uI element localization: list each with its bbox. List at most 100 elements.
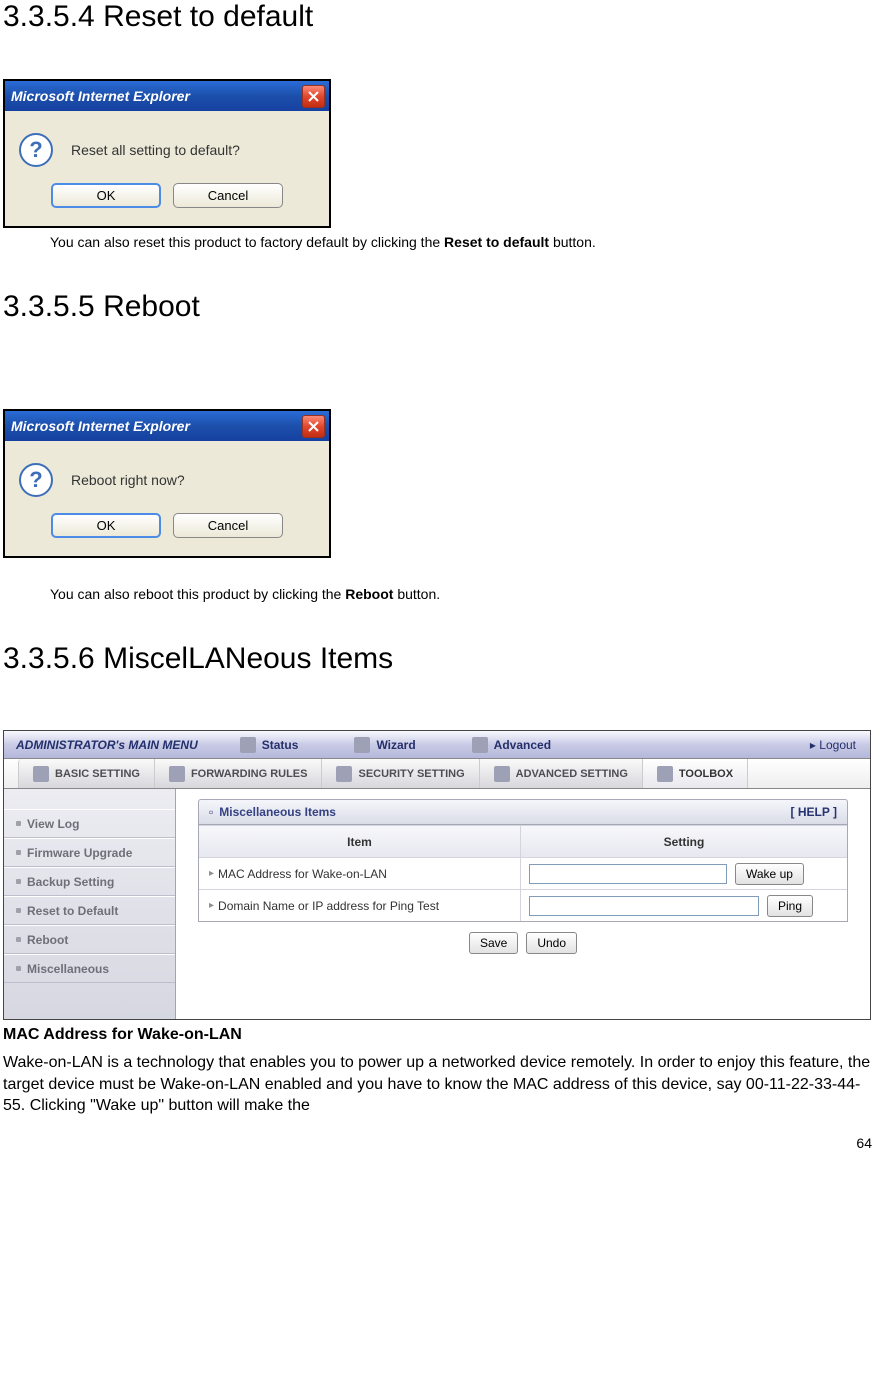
tab-label: SECURITY SETTING bbox=[358, 768, 464, 780]
row-label-text: MAC Address for Wake-on-LAN bbox=[218, 867, 387, 881]
undo-button[interactable]: Undo bbox=[526, 932, 577, 954]
tab-label: BASIC SETTING bbox=[55, 768, 140, 780]
tab-forwarding-rules[interactable]: FORWARDING RULES bbox=[155, 759, 323, 788]
sidebar: View Log Firmware Upgrade Backup Setting… bbox=[4, 789, 176, 1019]
caption-bold: Reboot bbox=[345, 586, 393, 602]
menu-status[interactable]: Status bbox=[212, 737, 327, 753]
main-menu: ADMINISTRATOR's MAIN MENU Status Wizard … bbox=[4, 731, 870, 759]
sidebar-item-label: Reset to Default bbox=[27, 904, 118, 918]
tab-basic-setting[interactable]: BASIC SETTING bbox=[18, 759, 155, 788]
menu-logout[interactable]: ▸ Logout bbox=[810, 738, 870, 752]
mac-address-input[interactable] bbox=[529, 864, 727, 884]
dialog-titlebar: Microsoft Internet Explorer bbox=[5, 81, 329, 111]
row-setting-ping: Ping bbox=[521, 890, 847, 921]
caption-reset: You can also reset this product to facto… bbox=[50, 234, 872, 250]
table-row: ▸ Domain Name or IP address for Ping Test… bbox=[199, 889, 847, 921]
tab-label: ADVANCED SETTING bbox=[516, 768, 628, 780]
menu-label: Advanced bbox=[494, 738, 551, 752]
sidebar-item-reboot[interactable]: Reboot bbox=[4, 925, 175, 954]
sidebar-item-label: Miscellaneous bbox=[27, 962, 109, 976]
wizard-icon bbox=[354, 737, 370, 753]
bullet-icon bbox=[16, 850, 21, 855]
ok-button[interactable]: OK bbox=[51, 513, 161, 538]
row-label-wol: ▸ MAC Address for Wake-on-LAN bbox=[199, 858, 521, 889]
tab-label: FORWARDING RULES bbox=[191, 768, 308, 780]
sidebar-item-miscellaneous[interactable]: Miscellaneous bbox=[4, 954, 175, 983]
dialog-body: ? Reset all setting to default? bbox=[5, 111, 329, 183]
panel-title-text: Miscellaneous Items bbox=[219, 805, 336, 819]
row-label-text: Domain Name or IP address for Ping Test bbox=[218, 899, 439, 913]
logout-label: Logout bbox=[819, 738, 856, 752]
bullet-icon bbox=[16, 966, 21, 971]
advanced-icon bbox=[472, 737, 488, 753]
question-icon: ? bbox=[19, 463, 53, 497]
dialog-reboot: Microsoft Internet Explorer ? Reboot rig… bbox=[3, 409, 331, 558]
menu-label: Status bbox=[262, 738, 299, 752]
sidebar-item-firmware[interactable]: Firmware Upgrade bbox=[4, 838, 175, 867]
triangle-icon: ▸ bbox=[209, 900, 214, 911]
bullet-icon bbox=[16, 821, 21, 826]
ping-target-input[interactable] bbox=[529, 896, 759, 916]
toolbox-icon bbox=[657, 766, 673, 782]
cancel-button[interactable]: Cancel bbox=[173, 513, 283, 538]
ping-button[interactable]: Ping bbox=[767, 895, 813, 917]
panel-header: ▫ Miscellaneous Items [ HELP ] bbox=[198, 799, 848, 825]
square-icon: ▫ bbox=[209, 805, 213, 819]
col-header-item: Item bbox=[199, 826, 521, 857]
dialog-body: ? Reboot right now? bbox=[5, 441, 329, 513]
dialog-buttons: OK Cancel bbox=[5, 183, 329, 226]
page-number: 64 bbox=[3, 1135, 872, 1151]
caption-text: You can also reset this product to facto… bbox=[50, 234, 444, 250]
admin-body: View Log Firmware Upgrade Backup Setting… bbox=[4, 789, 870, 1019]
tab-toolbox[interactable]: TOOLBOX bbox=[643, 759, 748, 788]
table-header-row: Item Setting bbox=[199, 825, 847, 857]
sidebar-item-label: Reboot bbox=[27, 933, 68, 947]
col-header-setting: Setting bbox=[521, 826, 847, 857]
tab-advanced-setting[interactable]: ADVANCED SETTING bbox=[480, 759, 643, 788]
dialog-titlebar: Microsoft Internet Explorer bbox=[5, 411, 329, 441]
sub-menu: BASIC SETTING FORWARDING RULES SECURITY … bbox=[4, 759, 870, 789]
dialog-title: Microsoft Internet Explorer bbox=[11, 88, 302, 104]
triangle-icon: ▸ bbox=[209, 868, 214, 879]
sidebar-item-backup[interactable]: Backup Setting bbox=[4, 867, 175, 896]
save-button[interactable]: Save bbox=[469, 932, 518, 954]
ok-button[interactable]: OK bbox=[51, 183, 161, 208]
caption-reboot: You can also reboot this product by clic… bbox=[50, 586, 872, 602]
table-row: ▸ MAC Address for Wake-on-LAN Wake up bbox=[199, 857, 847, 889]
panel-title: ▫ Miscellaneous Items bbox=[209, 805, 336, 819]
dialog-message: Reset all setting to default? bbox=[71, 142, 240, 158]
sidebar-item-label: Backup Setting bbox=[27, 875, 114, 889]
section-reset-to-default: 3.3.5.4 Reset to default Microsoft Inter… bbox=[3, 0, 872, 250]
sidebar-item-reset[interactable]: Reset to Default bbox=[4, 896, 175, 925]
forwarding-icon bbox=[169, 766, 185, 782]
bullet-icon bbox=[16, 908, 21, 913]
section-miscellaneous: 3.3.5.6 MiscelLANeous Items ADMINISTRATO… bbox=[3, 642, 872, 1117]
close-icon[interactable] bbox=[302, 415, 325, 438]
main-menu-title: ADMINISTRATOR's MAIN MENU bbox=[4, 738, 212, 752]
cancel-button[interactable]: Cancel bbox=[173, 183, 283, 208]
security-icon bbox=[336, 766, 352, 782]
basic-icon bbox=[33, 766, 49, 782]
help-link[interactable]: [ HELP ] bbox=[791, 805, 837, 819]
chevron-right-icon: ▸ bbox=[810, 738, 816, 752]
tab-security-setting[interactable]: SECURITY SETTING bbox=[322, 759, 479, 788]
close-icon[interactable] bbox=[302, 85, 325, 108]
dialog-reset: Microsoft Internet Explorer ? Reset all … bbox=[3, 79, 331, 228]
heading-misc: 3.3.5.6 MiscelLANeous Items bbox=[3, 642, 872, 676]
sidebar-item-label: Firmware Upgrade bbox=[27, 846, 132, 860]
row-setting-wol: Wake up bbox=[521, 858, 847, 889]
status-icon bbox=[240, 737, 256, 753]
caption-suffix: button. bbox=[393, 586, 440, 602]
panel-footer: Save Undo bbox=[198, 922, 848, 964]
menu-label: Wizard bbox=[376, 738, 415, 752]
tab-label: TOOLBOX bbox=[679, 768, 733, 780]
menu-wizard[interactable]: Wizard bbox=[326, 737, 443, 753]
admin-panel: ADMINISTRATOR's MAIN MENU Status Wizard … bbox=[3, 730, 871, 1020]
dialog-title: Microsoft Internet Explorer bbox=[11, 418, 302, 434]
sidebar-item-view-log[interactable]: View Log bbox=[4, 809, 175, 838]
subheading-wol: MAC Address for Wake-on-LAN bbox=[3, 1026, 872, 1044]
question-icon: ? bbox=[19, 133, 53, 167]
menu-advanced[interactable]: Advanced bbox=[444, 737, 579, 753]
caption-suffix: button. bbox=[549, 234, 596, 250]
wake-up-button[interactable]: Wake up bbox=[735, 863, 804, 885]
